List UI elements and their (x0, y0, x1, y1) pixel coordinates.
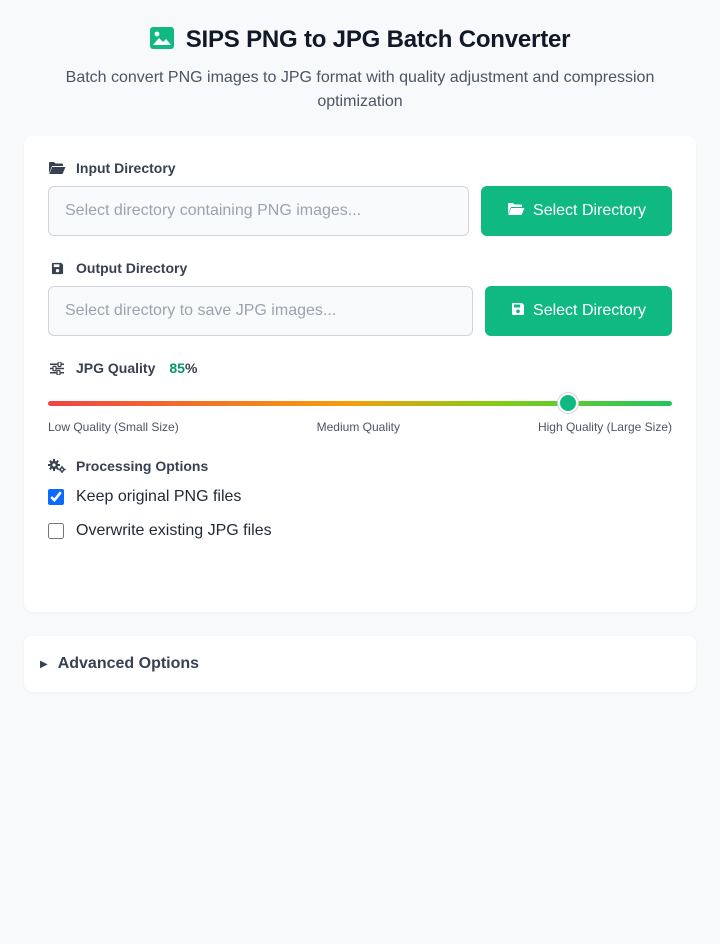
output-directory-section: Output Directory Select Directory (48, 260, 672, 336)
processing-options-label-row: Processing Options (48, 458, 672, 474)
advanced-options-label: Advanced Options (57, 655, 200, 672)
quality-label-row: JPG Quality 85% (48, 360, 672, 376)
select-output-directory-button[interactable]: Select Directory (485, 286, 672, 336)
quality-slider[interactable] (48, 392, 672, 414)
input-directory-row: Select Directory (48, 186, 672, 236)
output-directory-label: Output Directory (76, 260, 188, 276)
quality-mid-label: Medium Quality (316, 420, 401, 434)
gears-icon (48, 459, 66, 473)
folder-open-icon (507, 202, 525, 221)
page-title: SIPS PNG to JPG Batch Converter (185, 26, 571, 53)
select-output-directory-label: Select Directory (533, 302, 646, 319)
converter-settings-card: Input Directory Select Directory (24, 136, 696, 612)
quality-slider-track[interactable] (48, 401, 672, 406)
quality-scale-labels: Low Quality (Small Size) Medium Quality … (48, 420, 672, 434)
output-directory-label-row: Output Directory (48, 260, 672, 276)
overwrite-existing-checkbox[interactable] (48, 523, 64, 539)
quality-slider-thumb[interactable] (558, 393, 578, 413)
select-input-directory-label: Select Directory (533, 202, 646, 219)
quality-section: JPG Quality 85% Low Quality (Small Size)… (48, 360, 672, 434)
output-directory-field[interactable] (48, 286, 473, 336)
save-icon (511, 302, 525, 321)
overwrite-existing-label: Overwrite existing JPG files (76, 522, 272, 539)
quality-value: 85 (169, 360, 185, 376)
quality-label: JPG Quality (76, 360, 156, 376)
processing-options-section: Processing Options Keep original PNG fil… (48, 458, 672, 540)
caret-right-icon: ▶ (40, 658, 48, 670)
processing-options-label: Processing Options (76, 458, 209, 474)
select-input-directory-button[interactable]: Select Directory (481, 186, 672, 236)
overwrite-existing-option[interactable]: Overwrite existing JPG files (48, 522, 672, 540)
quality-min-label: Low Quality (Small Size) (48, 420, 179, 434)
input-directory-field[interactable] (48, 186, 469, 236)
save-icon (48, 262, 66, 275)
quality-readout: 85% (167, 360, 197, 376)
output-directory-row: Select Directory (48, 286, 672, 336)
input-directory-label-row: Input Directory (48, 160, 672, 176)
folder-open-icon (48, 161, 66, 175)
keep-original-option[interactable]: Keep original PNG files (48, 488, 672, 506)
image-icon (149, 26, 174, 54)
quality-unit: % (184, 360, 198, 376)
keep-original-checkbox[interactable] (48, 489, 64, 505)
sliders-icon (48, 361, 66, 375)
page-subtitle: Batch convert PNG images to JPG format w… (65, 69, 655, 110)
input-directory-section: Input Directory Select Directory (48, 160, 672, 236)
input-directory-label: Input Directory (76, 160, 176, 176)
title-row: SIPS PNG to JPG Batch Converter (0, 26, 720, 54)
advanced-options-toggle[interactable]: ▶ Advanced Options (24, 636, 696, 692)
keep-original-label: Keep original PNG files (76, 488, 242, 505)
header: SIPS PNG to JPG Batch Converter Batch co… (0, 0, 720, 114)
quality-max-label: High Quality (Large Size) (537, 420, 672, 434)
